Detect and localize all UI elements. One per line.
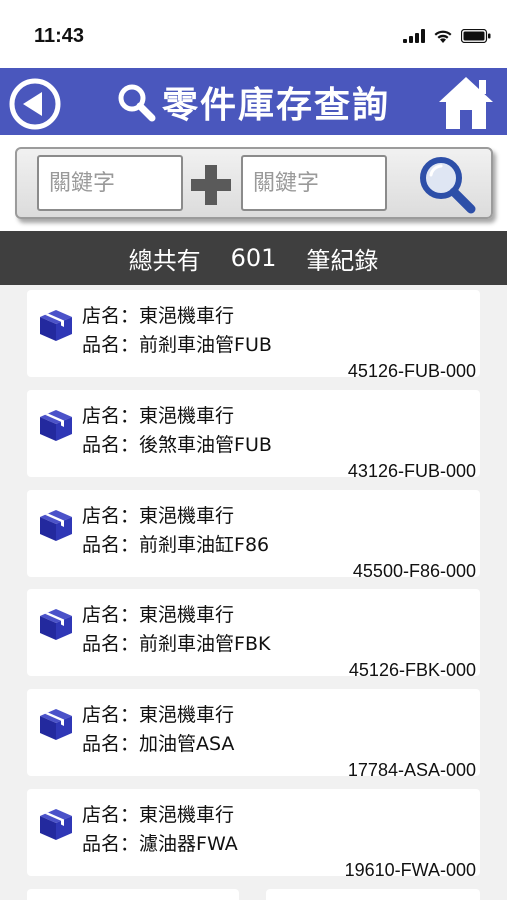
product-label: 品名： [82, 733, 140, 755]
package-box-icon [40, 510, 72, 541]
product-line: 品名：前剎車油缸F86 [82, 530, 269, 557]
list-item-partial[interactable] [266, 889, 480, 900]
back-button[interactable] [8, 77, 62, 131]
product-name: 加油管ASA [139, 733, 235, 755]
part-number: 17784-ASA-000 [347, 760, 476, 780]
search-icon [118, 84, 156, 122]
store-line: 店名：東浥機車行 [82, 600, 234, 627]
product-name: 前剎車油管FUB [139, 334, 272, 356]
store-line: 店名：東浥機車行 [82, 800, 234, 827]
part-number: 45500-F86-000 [352, 561, 476, 581]
product-name: 濾油器FWA [139, 833, 238, 855]
status-time: 11:43 [34, 25, 85, 47]
app-screen: 11:43 零件庫存查詢 關鍵字 關鍵字 總共有 601 筆紀錄 店名：東浥機車… [0, 0, 507, 900]
home-button[interactable] [435, 74, 497, 132]
list-item[interactable]: 店名：東浥機車行 品名：加油管ASA 17784-ASA-000 [27, 689, 480, 780]
search-button[interactable] [415, 153, 479, 215]
product-label: 品名： [82, 534, 140, 556]
product-line: 品名：濾油器FWA [82, 829, 238, 856]
part-number: 19610-FWA-000 [344, 860, 476, 880]
package-box-icon [40, 609, 72, 640]
product-line: 品名：前剎車油管FBK [82, 629, 270, 656]
list-item[interactable]: 店名：東浥機車行 品名：前剎車油缸F86 45500-F86-000 [27, 490, 480, 581]
list-item[interactable]: 店名：東浥機車行 品名：前剎車油管FBK 45126-FBK-000 [27, 589, 480, 680]
signal-icon [403, 29, 425, 43]
part-number: 43126-FUB-000 [347, 461, 476, 481]
store-name: 東浥機車行 [139, 505, 235, 527]
store-label: 店名： [82, 804, 140, 826]
store-name: 東浥機車行 [139, 405, 235, 427]
list-item-partial[interactable] [27, 889, 239, 900]
product-label: 品名： [82, 833, 140, 855]
product-label: 品名： [82, 633, 140, 655]
store-line: 店名：東浥機車行 [82, 501, 234, 528]
store-label: 店名： [82, 505, 140, 527]
search-panel [15, 147, 493, 219]
package-box-icon [40, 310, 72, 341]
product-label: 品名： [82, 434, 140, 456]
store-label: 店名： [82, 704, 140, 726]
store-label: 店名： [82, 305, 140, 327]
battery-icon [461, 29, 491, 43]
package-box-icon [40, 809, 72, 840]
status-icons [403, 27, 491, 45]
wifi-icon [434, 30, 452, 43]
product-line: 品名：前剎車油管FUB [82, 330, 272, 357]
store-name: 東浥機車行 [139, 604, 235, 626]
store-line: 店名：東浥機車行 [82, 401, 234, 428]
search-area [0, 135, 507, 231]
count-suffix: 筆紀錄 [306, 246, 379, 275]
product-name: 前剎車油缸F86 [139, 534, 270, 556]
store-line: 店名：東浥機車行 [82, 301, 234, 328]
count-prefix: 總共有 [128, 246, 201, 275]
part-number: 45126-FBK-000 [348, 660, 476, 680]
list-item[interactable]: 店名：東浥機車行 品名：後煞車油管FUB 43126-FUB-000 [27, 390, 480, 481]
product-label: 品名： [82, 334, 140, 356]
record-count-bar: 總共有 601 筆紀錄 [0, 231, 507, 285]
store-name: 東浥機車行 [139, 305, 235, 327]
store-label: 店名： [82, 604, 140, 626]
keyword-input-1[interactable] [37, 155, 183, 211]
list-item[interactable]: 店名：東浥機車行 品名：濾油器FWA 19610-FWA-000 [27, 789, 480, 880]
plus-icon [191, 165, 231, 205]
store-line: 店名：東浥機車行 [82, 700, 234, 727]
package-box-icon [40, 709, 72, 740]
package-box-icon [40, 410, 72, 441]
page-title: 零件庫存查詢 [162, 85, 391, 126]
product-line: 品名：後煞車油管FUB [82, 430, 272, 457]
product-name: 前剎車油管FBK [139, 633, 271, 655]
part-number: 45126-FUB-000 [347, 361, 476, 381]
store-name: 東浥機車行 [139, 704, 235, 726]
list-item[interactable]: 店名：東浥機車行 品名：前剎車油管FUB 45126-FUB-000 [27, 290, 480, 381]
status-bar: 11:43 [0, 0, 507, 68]
keyword-input-2[interactable] [241, 155, 387, 211]
nav-title-group: 零件庫存查詢 [116, 78, 390, 126]
product-line: 品名：加油管ASA [82, 729, 234, 756]
store-name: 東浥機車行 [139, 804, 235, 826]
product-name: 後煞車油管FUB [139, 434, 272, 456]
results-list: 店名：東浥機車行 品名：前剎車油管FUB 45126-FUB-000 店名：東浥機車行… [0, 285, 507, 900]
nav-bar: 零件庫存查詢 [0, 68, 507, 135]
store-label: 店名： [82, 405, 140, 427]
count-value: 601 [230, 244, 277, 272]
